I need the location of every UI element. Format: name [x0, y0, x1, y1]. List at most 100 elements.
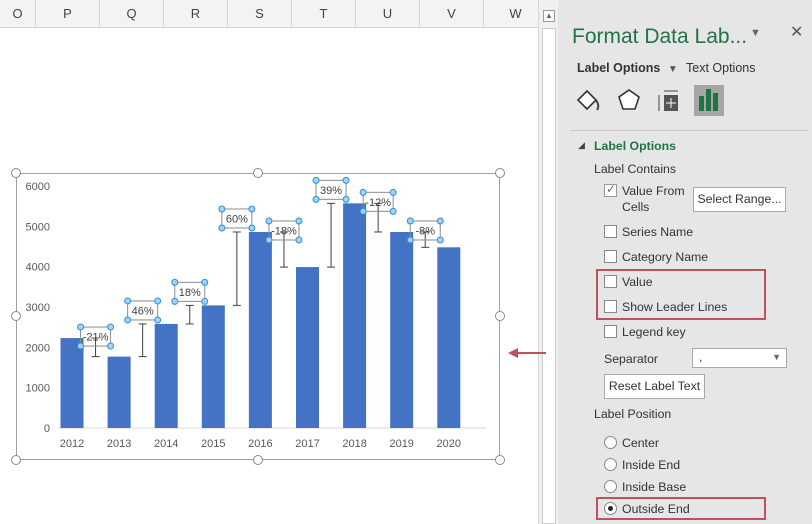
checkmark-icon: ✓ — [606, 182, 617, 196]
data-label-text: -18% — [271, 225, 297, 237]
label-position-heading: Label Position — [594, 407, 672, 421]
x-tick-label: 2016 — [248, 438, 272, 450]
bar-2016[interactable] — [248, 231, 272, 428]
x-tick-label: 2018 — [342, 438, 366, 450]
tab-label-options[interactable]: Label Options — [577, 61, 660, 75]
error-bar — [232, 231, 241, 306]
selection-handle — [124, 316, 132, 324]
chevron-down-icon[interactable]: ▼ — [668, 64, 678, 75]
center-radio[interactable] — [604, 436, 617, 449]
selection-handle — [295, 217, 303, 225]
outside-end-radio[interactable] — [604, 502, 617, 515]
data-label-text: 39% — [320, 185, 342, 197]
selection-handle — [171, 297, 179, 305]
selection-handle — [201, 278, 209, 286]
data-label[interactable]: 18% — [171, 278, 209, 305]
data-label-text: 46% — [132, 305, 154, 317]
chart-resize-handle[interactable] — [495, 311, 505, 321]
chart-resize-handle[interactable] — [253, 455, 263, 465]
y-tick-label: 4000 — [26, 262, 50, 274]
show-leader-lines-label: Show Leader Lines — [622, 300, 728, 314]
close-icon[interactable]: ✕ — [790, 22, 803, 42]
series-name-label: Series Name — [622, 225, 694, 239]
data-label[interactable]: 60% — [218, 205, 256, 232]
inside-base-label: Inside Base — [622, 480, 687, 494]
selection-handle — [359, 207, 367, 215]
x-tick-label: 2014 — [154, 438, 178, 450]
selection-handle — [107, 323, 115, 331]
y-tick-label: 5000 — [26, 221, 50, 233]
legend-key-checkbox[interactable] — [604, 325, 617, 338]
bar-chart-icon — [699, 89, 718, 111]
chart-resize-handle[interactable] — [495, 455, 505, 465]
outside-end-label: Outside End — [622, 502, 690, 516]
bar-2015[interactable] — [201, 305, 225, 428]
data-label[interactable]: 46% — [124, 297, 162, 324]
selection-handle — [124, 297, 132, 305]
chart-resize-handle[interactable] — [495, 168, 505, 178]
series-name-checkbox[interactable] — [604, 225, 617, 238]
selection-handle — [201, 297, 209, 305]
selection-handle — [77, 342, 85, 350]
format-data-labels-pane: Format Data Lab... ▼ ✕ Label Options ▼ T… — [558, 0, 812, 524]
pane-options-dropdown-icon[interactable]: ▼ — [750, 27, 761, 39]
data-label[interactable]: 39% — [312, 176, 350, 203]
value-checkbox[interactable] — [604, 275, 617, 288]
bar-2017[interactable] — [296, 267, 319, 428]
inside-base-radio[interactable] — [604, 480, 617, 493]
category-name-label: Category Name — [622, 250, 709, 264]
selection-handle — [77, 323, 85, 331]
collapse-triangle-icon[interactable]: ◢ — [578, 140, 585, 151]
error-bar — [138, 323, 147, 358]
show-leader-lines-checkbox[interactable] — [604, 300, 617, 313]
selection-handle — [359, 188, 367, 196]
select-range-button[interactable]: Select Range... — [693, 187, 786, 212]
chevron-down-icon: ▼ — [772, 352, 781, 362]
value-from-cells-label-2: Cells — [622, 200, 650, 214]
bar-2014[interactable] — [154, 323, 178, 428]
x-tick-label: 2019 — [389, 438, 413, 450]
chart-resize-handle[interactable] — [11, 168, 21, 178]
y-tick-label: 1000 — [26, 383, 50, 395]
vertical-scrollbar[interactable]: ▲ — [538, 0, 558, 524]
inside-end-radio[interactable] — [604, 458, 617, 471]
inside-end-label: Inside End — [622, 458, 681, 472]
bar-2020[interactable] — [437, 247, 461, 428]
selection-handle — [406, 236, 414, 244]
selection-handle — [295, 236, 303, 244]
selection-handle — [248, 224, 256, 232]
label-options-icon-button[interactable] — [694, 85, 724, 116]
selection-handle — [154, 316, 162, 324]
separator-dropdown[interactable]: , ▼ — [692, 348, 787, 368]
chart-resize-handle[interactable] — [11, 311, 21, 321]
value-from-cells-checkbox[interactable]: ✓ — [604, 182, 617, 197]
selection-handle — [436, 236, 444, 244]
scroll-thumb[interactable] — [542, 28, 556, 524]
chart-resize-handle[interactable] — [11, 455, 21, 465]
tab-text-options[interactable]: Text Options — [686, 61, 755, 75]
error-bar — [185, 304, 194, 325]
selection-handle — [436, 217, 444, 225]
chart-resize-handle[interactable] — [253, 168, 263, 178]
size-properties-icon[interactable] — [654, 86, 684, 116]
selection-handle — [107, 342, 115, 350]
fill-line-icon[interactable] — [574, 86, 604, 116]
reset-label-text-button[interactable]: Reset Label Text — [604, 374, 705, 399]
bar-2019[interactable] — [390, 231, 414, 428]
selection-handle — [248, 205, 256, 213]
category-name-checkbox[interactable] — [604, 250, 617, 263]
pane-title: Format Data Lab... — [572, 25, 748, 48]
bar-2012[interactable] — [60, 338, 84, 428]
column-chart: 0 1000 2000 3000 4000 5000 6000 2012 2013 2014 201… — [26, 176, 486, 450]
scroll-up-icon[interactable]: ▲ — [543, 10, 555, 22]
selection-handle — [312, 195, 320, 203]
section-label-options[interactable]: Label Options — [594, 139, 676, 153]
label-contains-heading: Label Contains — [594, 162, 677, 176]
effects-icon[interactable] — [614, 86, 644, 116]
center-label: Center — [622, 436, 659, 450]
selection-handle — [265, 217, 273, 225]
separator-value: , — [699, 350, 703, 364]
bar-2018[interactable] — [343, 203, 367, 428]
bar-2013[interactable] — [107, 356, 131, 428]
x-tick-label: 2017 — [295, 438, 319, 450]
